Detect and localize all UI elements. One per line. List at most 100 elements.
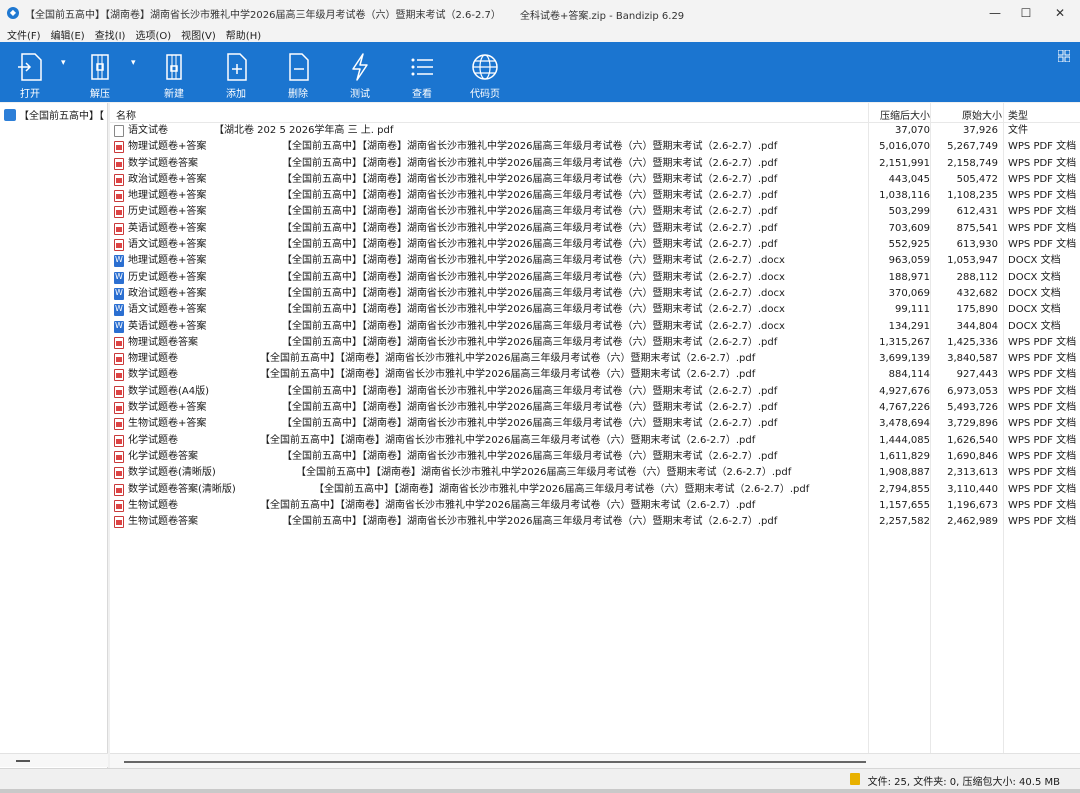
compressed-size: 4,767,226 [879,402,930,414]
new-button[interactable]: 新建 [149,42,199,102]
pdf-file-icon [114,173,124,186]
column-original-size[interactable]: 原始大小 [962,107,1002,122]
table-row[interactable]: 历史试题卷+答案 【全国前五高中】【湖南卷】湖南省长沙市雅礼中学2026届高三年级… [110,204,1080,220]
sidebar-scrollbar[interactable] [0,753,108,767]
extract-button[interactable]: 解压 [75,42,125,102]
table-row[interactable]: 生物试题卷+答案 【全国前五高中】【湖南卷】湖南省长沙市雅礼中学2026届高三年级… [110,416,1080,432]
table-row[interactable]: 数学试题卷答案(清晰版) 【全国前五高中】【湖南卷】湖南省长沙市雅礼中学2026届… [110,482,1080,498]
file-name-suffix: 【全国前五高中】【湖南卷】湖南省长沙市雅礼中学2026届高三年级月考试卷（六）暨… [282,239,778,251]
file-type: WPS PDF 文档 [1008,206,1077,218]
original-size: 1,108,235 [947,190,998,202]
file-name-suffix: 【全国前五高中】【湖南卷】湖南省长沙市雅礼中学2026届高三年级月考试卷（六）暨… [282,141,778,153]
file-name-suffix: 【全国前五高中】【湖南卷】湖南省长沙市雅礼中学2026届高三年级月考试卷（六）暨… [296,467,792,479]
docx-file-icon [114,318,124,334]
table-row[interactable]: 物理试题卷+答案 【全国前五高中】【湖南卷】湖南省长沙市雅礼中学2026届高三年级… [110,139,1080,155]
table-row[interactable]: 数学试题卷(A4版) 【全国前五高中】【湖南卷】湖南省长沙市雅礼中学2026届高三… [110,384,1080,400]
codepage-button[interactable]: 代码页 [460,42,510,102]
pdf-file-icon [114,190,124,203]
table-row[interactable]: 化学试题卷 【全国前五高中】【湖南卷】湖南省长沙市雅礼中学2026届高三年级月考试… [110,433,1080,449]
open-button[interactable]: 打开 [5,42,55,102]
add-button[interactable]: 添加 [211,42,261,102]
table-row[interactable]: 数学试题卷 【全国前五高中】【湖南卷】湖南省长沙市雅礼中学2026届高三年级月考试… [110,367,1080,383]
table-row[interactable]: 数学试题卷(清晰版) 【全国前五高中】【湖南卷】湖南省长沙市雅礼中学2026届高三… [110,465,1080,481]
taskbar-strip [0,789,1080,793]
test-button[interactable]: 测试 [335,42,385,102]
original-size: 3,729,896 [947,418,998,430]
toolbar: 打开 ▾ 解压 ▾ 新建 添加 删除 测试 查看 代码页 [0,42,1080,102]
compressed-size: 703,609 [888,222,930,234]
original-size: 5,267,749 [947,141,998,153]
maximize-button[interactable]: ☐ [1009,0,1043,26]
table-row[interactable]: 英语试题卷+答案 【全国前五高中】【湖南卷】湖南省长沙市雅礼中学2026届高三年级… [110,221,1080,237]
column-compressed-size[interactable]: 压缩后大小 [880,107,930,122]
table-row[interactable]: 化学试题卷答案 【全国前五高中】【湖南卷】湖南省长沙市雅礼中学2026届高三年级月… [110,449,1080,465]
pdf-file-icon [114,336,124,349]
compressed-size: 37,070 [895,125,930,136]
table-row[interactable]: 物理试题卷答案 【全国前五高中】【湖南卷】湖南省长沙市雅礼中学2026届高三年级月… [110,335,1080,351]
menu-help[interactable]: 帮助(H) [226,27,261,42]
table-row[interactable]: 政治试题卷+答案 【全国前五高中】【湖南卷】湖南省长沙市雅礼中学2026届高三年级… [110,285,1080,302]
column-name[interactable]: 名称 [116,107,136,122]
view-button[interactable]: 查看 [397,42,447,102]
menu-file[interactable]: 文件(F) [7,27,41,42]
minimize-button[interactable]: — [978,0,1012,26]
table-row[interactable]: 政治试题卷+答案 【全国前五高中】【湖南卷】湖南省长沙市雅礼中学2026届高三年级… [110,172,1080,188]
table-row[interactable]: 英语试题卷+答案 【全国前五高中】【湖南卷】湖南省长沙市雅礼中学2026届高三年级… [110,318,1080,335]
file-type: WPS PDF 文档 [1008,385,1077,397]
file-type: WPS PDF 文档 [1008,353,1077,365]
file-type: WPS PDF 文档 [1008,369,1077,381]
delete-icon [289,53,309,81]
table-row[interactable]: 语文试卷 【湖北卷 202 5 2026学年高 三 上. pdf 37,070 37,… [110,123,1080,139]
menu-view[interactable]: 视图(V) [181,27,216,42]
original-size: 875,541 [956,222,998,234]
menu-edit[interactable]: 编辑(E) [51,27,85,42]
column-header: 名称 压缩后大小 原始大小 类型 [110,103,1080,123]
open-dropdown-icon[interactable]: ▾ [61,58,66,68]
table-row[interactable]: 语文试题卷+答案 【全国前五高中】【湖南卷】湖南省长沙市雅礼中学2026届高三年级… [110,301,1080,318]
add-icon [227,53,247,81]
file-name-suffix: 【湖北卷 202 5 2026学年高 三 上. pdf [214,125,394,136]
table-row[interactable]: 数学试题卷+答案 【全国前五高中】【湖南卷】湖南省长沙市雅礼中学2026届高三年级… [110,400,1080,416]
extract-dropdown-icon[interactable]: ▾ [131,58,136,68]
table-row[interactable]: 生物试题卷答案 【全国前五高中】【湖南卷】湖南省长沙市雅礼中学2026届高三年级月… [110,514,1080,530]
file-name: 物理试题卷 [128,353,178,365]
original-size: 2,158,749 [947,157,998,169]
file-name: 数学试题卷+答案 [128,402,207,414]
horizontal-scrollbar[interactable] [110,753,1080,768]
file-name: 数学试题卷(A4版) [128,385,210,397]
menu-grid-icon[interactable] [1058,50,1070,62]
file-name-suffix: 【全国前五高中】【湖南卷】湖南省长沙市雅礼中学2026届高三年级月考试卷（六）暨… [260,353,756,365]
file-name: 语文试题卷+答案 [128,239,207,251]
file-name-suffix: 【全国前五高中】【湖南卷】湖南省长沙市雅礼中学2026届高三年级月考试卷（六）暨… [282,385,778,397]
file-name-suffix: 【全国前五高中】【湖南卷】湖南省长沙市雅礼中学2026届高三年级月考试卷（六）暨… [282,320,785,332]
compressed-size: 552,925 [888,239,930,251]
horizontal-scroll-thumb[interactable] [124,761,866,763]
tree-root-item[interactable]: 【全国前五高中】【 [4,107,104,122]
open-icon [18,53,42,81]
pdf-file-icon [114,369,124,382]
original-size: 1,053,947 [947,255,998,267]
new-label: 新建 [164,89,184,100]
file-name-suffix: 【全国前五高中】【湖南卷】湖南省长沙市雅礼中学2026届高三年级月考试卷（六）暨… [260,369,756,381]
compressed-size: 370,069 [888,287,930,299]
column-type[interactable]: 类型 [1008,107,1028,122]
menu-options[interactable]: 选项(O) [135,27,171,42]
close-button[interactable]: ✕ [1043,0,1077,26]
table-row[interactable]: 地理试题卷+答案 【全国前五高中】【湖南卷】湖南省长沙市雅礼中学2026届高三年级… [110,188,1080,204]
original-size: 37,926 [963,125,998,136]
original-size: 3,840,587 [947,353,998,365]
file-type: WPS PDF 文档 [1008,467,1077,479]
file-name-suffix: 【全国前五高中】【湖南卷】湖南省长沙市雅礼中学2026届高三年级月考试卷（六）暨… [282,287,785,299]
table-row[interactable]: 物理试题卷 【全国前五高中】【湖南卷】湖南省长沙市雅礼中学2026届高三年级月考试… [110,351,1080,367]
table-row[interactable]: 生物试题卷 【全国前五高中】【湖南卷】湖南省长沙市雅礼中学2026届高三年级月考试… [110,498,1080,514]
table-row[interactable]: 数学试题卷答案 【全国前五高中】【湖南卷】湖南省长沙市雅礼中学2026届高三年级月… [110,156,1080,172]
table-row[interactable]: 历史试题卷+答案 【全国前五高中】【湖南卷】湖南省长沙市雅礼中学2026届高三年级… [110,269,1080,286]
file-name: 政治试题卷+答案 [128,173,207,185]
window-title: 全科试卷+答案.zip - Bandizip 6.29 [520,11,685,22]
table-row[interactable]: 地理试题卷+答案 【全国前五高中】【湖南卷】湖南省长沙市雅礼中学2026届高三年级… [110,252,1080,269]
sidebar-scroll-thumb[interactable] [16,760,30,762]
table-row[interactable]: 语文试题卷+答案 【全国前五高中】【湖南卷】湖南省长沙市雅礼中学2026届高三年级… [110,237,1080,253]
delete-button[interactable]: 删除 [273,42,323,102]
menu-find[interactable]: 查找(I) [95,27,126,42]
compressed-size: 1,444,085 [879,434,930,446]
